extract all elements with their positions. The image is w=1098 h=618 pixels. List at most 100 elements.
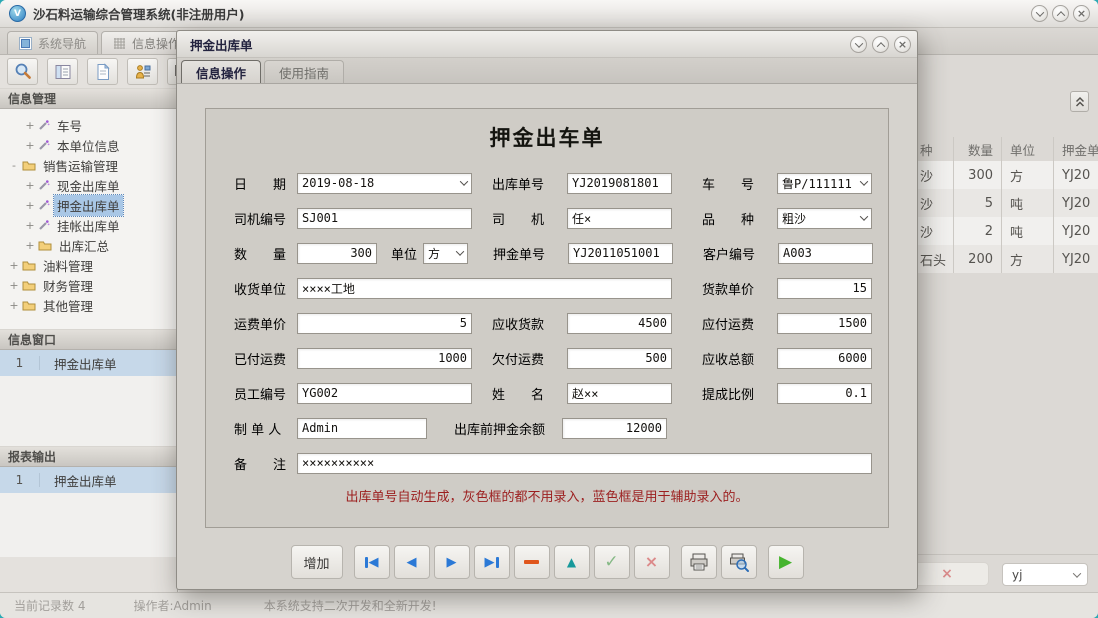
edit-record-button[interactable]: ▲	[554, 545, 590, 579]
dialog-tab-info-operation[interactable]: 信息操作	[181, 60, 261, 83]
form-row: 日 期 2019-08-18 出库单号 车 号 鲁P/111111	[206, 171, 888, 195]
expander[interactable]: -	[9, 159, 19, 172]
close-button[interactable]: ×	[1073, 5, 1090, 22]
expander[interactable]: +	[25, 219, 35, 232]
cell-variety: 石头	[918, 245, 954, 273]
tree-item-cash-outbound[interactable]: +现金出库单	[0, 175, 177, 195]
confirm-button[interactable]: ✓	[594, 545, 630, 579]
card-view-button[interactable]	[47, 58, 78, 85]
tree-item-other-manage[interactable]: +其他管理	[0, 295, 177, 315]
dialog-restore-button[interactable]	[872, 36, 889, 53]
section-header-report-output: 报表输出	[0, 446, 177, 467]
add-record-button[interactable]: 增加	[291, 545, 343, 579]
tree-item-unit-info[interactable]: +本单位信息	[0, 135, 177, 155]
tree-item-outbound-summary[interactable]: +出库汇总	[0, 235, 177, 255]
info-window-list: 1 押金出库单	[0, 350, 177, 446]
table-row[interactable]: 石头 200 方 YJ20	[918, 245, 1098, 273]
customer-code-input[interactable]	[778, 243, 873, 264]
delete-record-button[interactable]	[514, 545, 550, 579]
paid-freight-input[interactable]	[297, 348, 472, 369]
cell-variety: 沙	[918, 217, 954, 245]
form-row: 制 单 人 出库前押金余额	[206, 416, 888, 440]
minimize-button[interactable]	[1031, 5, 1048, 22]
tree-item-sales-transport[interactable]: -销售运输管理	[0, 155, 177, 175]
deposit-no-input[interactable]	[568, 243, 673, 264]
receivable-total-input[interactable]	[777, 348, 872, 369]
person-chart-button[interactable]	[127, 58, 158, 85]
run-report-button[interactable]: ▶	[768, 545, 804, 579]
vehicle-select[interactable]: 鲁P/111111	[777, 173, 872, 194]
owed-freight-input[interactable]	[567, 348, 672, 369]
deposit-before-input[interactable]	[562, 418, 667, 439]
variety-select[interactable]: 粗沙	[777, 208, 872, 229]
folder-icon	[22, 160, 36, 171]
list-item-index: 1	[0, 356, 40, 370]
goods-price-input[interactable]	[777, 278, 872, 299]
employee-name-input[interactable]	[567, 383, 672, 404]
quantity-input[interactable]	[297, 243, 377, 264]
app-window: V 沙石料运输综合管理系统(非注册用户) × 系统导航 信息操作 信息管理	[0, 0, 1098, 618]
print-preview-button[interactable]	[721, 545, 757, 579]
list-item[interactable]: 1 押金出库单	[0, 467, 177, 493]
freight-price-input[interactable]	[297, 313, 472, 334]
customer-code-label: 客户编号	[703, 244, 778, 263]
tree-item-finance-manage[interactable]: +财务管理	[0, 275, 177, 295]
last-record-button[interactable]: ▶	[474, 545, 510, 579]
expander[interactable]: +	[25, 179, 35, 192]
freight-price-label: 运费单价	[234, 314, 297, 333]
next-record-button[interactable]: ▶	[434, 545, 470, 579]
receiver-input[interactable]	[297, 278, 672, 299]
sidebar: 信息管理 +车号 +本单位信息 -销售运输管理 +现金出库单 +押金出库单 +挂…	[0, 55, 178, 592]
expander[interactable]: +	[9, 279, 19, 292]
form-row: 员工编号 姓 名 提成比例	[206, 381, 888, 405]
cancel-button[interactable]: ×	[634, 545, 670, 579]
prev-record-button[interactable]: ◀	[394, 545, 430, 579]
driver-name-input[interactable]	[567, 208, 672, 229]
search-button[interactable]	[7, 58, 38, 85]
cell-deposit-no: YJ20	[1054, 217, 1098, 245]
payable-freight-label: 应付运费	[702, 314, 777, 333]
expander[interactable]: +	[9, 259, 19, 272]
dialog-minimize-button[interactable]	[850, 36, 867, 53]
dialog-close-button[interactable]: ×	[894, 36, 911, 53]
tree-item-vehicle-no[interactable]: +车号	[0, 115, 177, 135]
chevron-down-icon	[854, 39, 862, 47]
restore-button[interactable]	[1052, 5, 1069, 22]
document-button[interactable]	[87, 58, 118, 85]
collapse-panel-button[interactable]	[1070, 91, 1089, 112]
date-select[interactable]: 2019-08-18	[297, 173, 472, 194]
expander[interactable]: +	[25, 139, 35, 152]
tree-item-credit-outbound[interactable]: +挂帐出库单	[0, 215, 177, 235]
driver-code-input[interactable]	[297, 208, 472, 229]
out-no-input[interactable]	[567, 173, 672, 194]
filter-field-select[interactable]: yj	[1002, 563, 1088, 586]
table-row[interactable]: 沙 5 吨 YJ20	[918, 189, 1098, 217]
remark-input[interactable]	[297, 453, 872, 474]
expander[interactable]: +	[9, 299, 19, 312]
tree-item-fuel-manage[interactable]: +油料管理	[0, 255, 177, 275]
first-record-button[interactable]: ◀	[354, 545, 390, 579]
tab-system-nav[interactable]: 系统导航	[7, 31, 98, 54]
list-item[interactable]: 1 押金出库单	[0, 350, 177, 376]
table-row[interactable]: 沙 2 吨 YJ20	[918, 217, 1098, 245]
commission-input[interactable]	[777, 383, 872, 404]
folder-icon	[22, 300, 36, 311]
expander[interactable]: +	[25, 239, 35, 252]
dialog-tab-user-guide[interactable]: 使用指南	[264, 60, 344, 83]
expander[interactable]: +	[25, 119, 35, 132]
unit-select[interactable]: 方	[423, 243, 468, 264]
maker-input[interactable]	[297, 418, 427, 439]
prev-record-icon: ◀	[407, 556, 417, 569]
col-header: 数量	[954, 137, 1002, 161]
date-label: 日 期	[234, 174, 297, 193]
print-button[interactable]	[681, 545, 717, 579]
tree-item-deposit-outbound[interactable]: +押金出库单	[0, 195, 177, 215]
record-count-status: 当前记录数 4	[14, 597, 85, 614]
employee-code-input[interactable]	[297, 383, 472, 404]
search-icon	[13, 62, 33, 82]
payable-freight-input[interactable]	[777, 313, 872, 334]
table-row[interactable]: 沙 300 方 YJ20	[918, 161, 1098, 189]
expander[interactable]: +	[25, 199, 35, 212]
receivable-goods-input[interactable]	[567, 313, 672, 334]
operator-status: 操作者:Admin	[133, 597, 211, 614]
